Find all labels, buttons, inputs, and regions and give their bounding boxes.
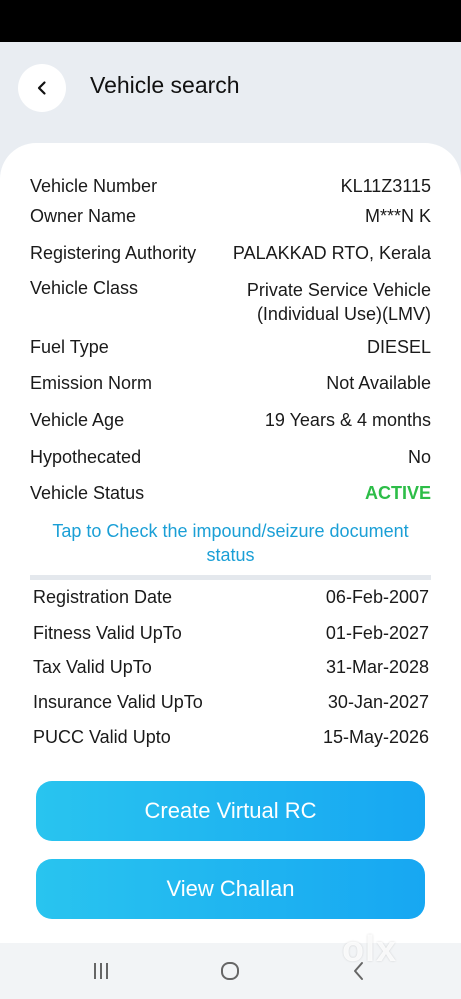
detail-label: Vehicle Status — [30, 483, 145, 503]
detail-value: Not Available — [326, 373, 431, 393]
create-virtual-rc-button[interactable]: Create Virtual RC — [36, 781, 425, 841]
validity-value: 06-Feb-2007 — [325, 587, 429, 607]
chevron-left-icon — [37, 81, 46, 95]
vehicle-details-card: Vehicle Number KL11Z3115 Owner Name M***… — [0, 143, 461, 943]
validity-value: 30-Jan-2027 — [327, 692, 429, 712]
detail-value: 19 Years & 4 months — [264, 410, 431, 430]
validity-value: 01-Feb-2027 — [325, 623, 429, 643]
impound-status-link[interactable]: Tap to Check the impound/seizure documen… — [30, 519, 431, 567]
detail-label: Owner Name — [30, 206, 137, 226]
validity-value: 31-Mar-2028 — [325, 657, 429, 677]
detail-label: Registering Authority — [30, 243, 197, 263]
recent-apps-icon — [94, 963, 108, 979]
detail-value: PALAKKAD RTO, Kerala — [232, 243, 431, 263]
validity-value: 15-May-2026 — [322, 727, 429, 747]
validity-label: PUCC Valid Upto — [33, 727, 171, 747]
validity-label: Tax Valid UpTo — [33, 657, 152, 677]
view-challan-button[interactable]: View Challan — [36, 859, 425, 919]
detail-label: Hypothecated — [30, 447, 142, 467]
home-button[interactable] — [215, 959, 245, 983]
validity-label: Registration Date — [33, 587, 173, 607]
detail-label: Emission Norm — [30, 373, 153, 393]
detail-value: Private Service Vehicle (Individual Use)… — [246, 280, 431, 324]
detail-label: Vehicle Number — [30, 176, 158, 196]
validity-label: Insurance Valid UpTo — [33, 692, 203, 712]
olx-watermark-logo: olx — [342, 928, 398, 969]
app-header: Vehicle search — [0, 42, 461, 142]
status-badge: ACTIVE — [364, 483, 431, 503]
status-bar — [0, 0, 461, 42]
back-button[interactable] — [18, 64, 66, 112]
detail-label: Fuel Type — [30, 337, 109, 357]
detail-value: M***N K — [364, 206, 431, 226]
home-icon — [221, 962, 239, 980]
section-divider — [30, 575, 431, 580]
validity-label: Fitness Valid UpTo — [33, 623, 182, 643]
detail-value: DIESEL — [366, 337, 431, 357]
recent-apps-button[interactable] — [86, 959, 116, 983]
detail-value: KL11Z3115 — [340, 176, 431, 196]
detail-label: Vehicle Age — [30, 410, 125, 430]
detail-label: Vehicle Class — [30, 278, 139, 298]
detail-value: No — [407, 447, 431, 467]
page-title: Vehicle search — [90, 72, 240, 98]
